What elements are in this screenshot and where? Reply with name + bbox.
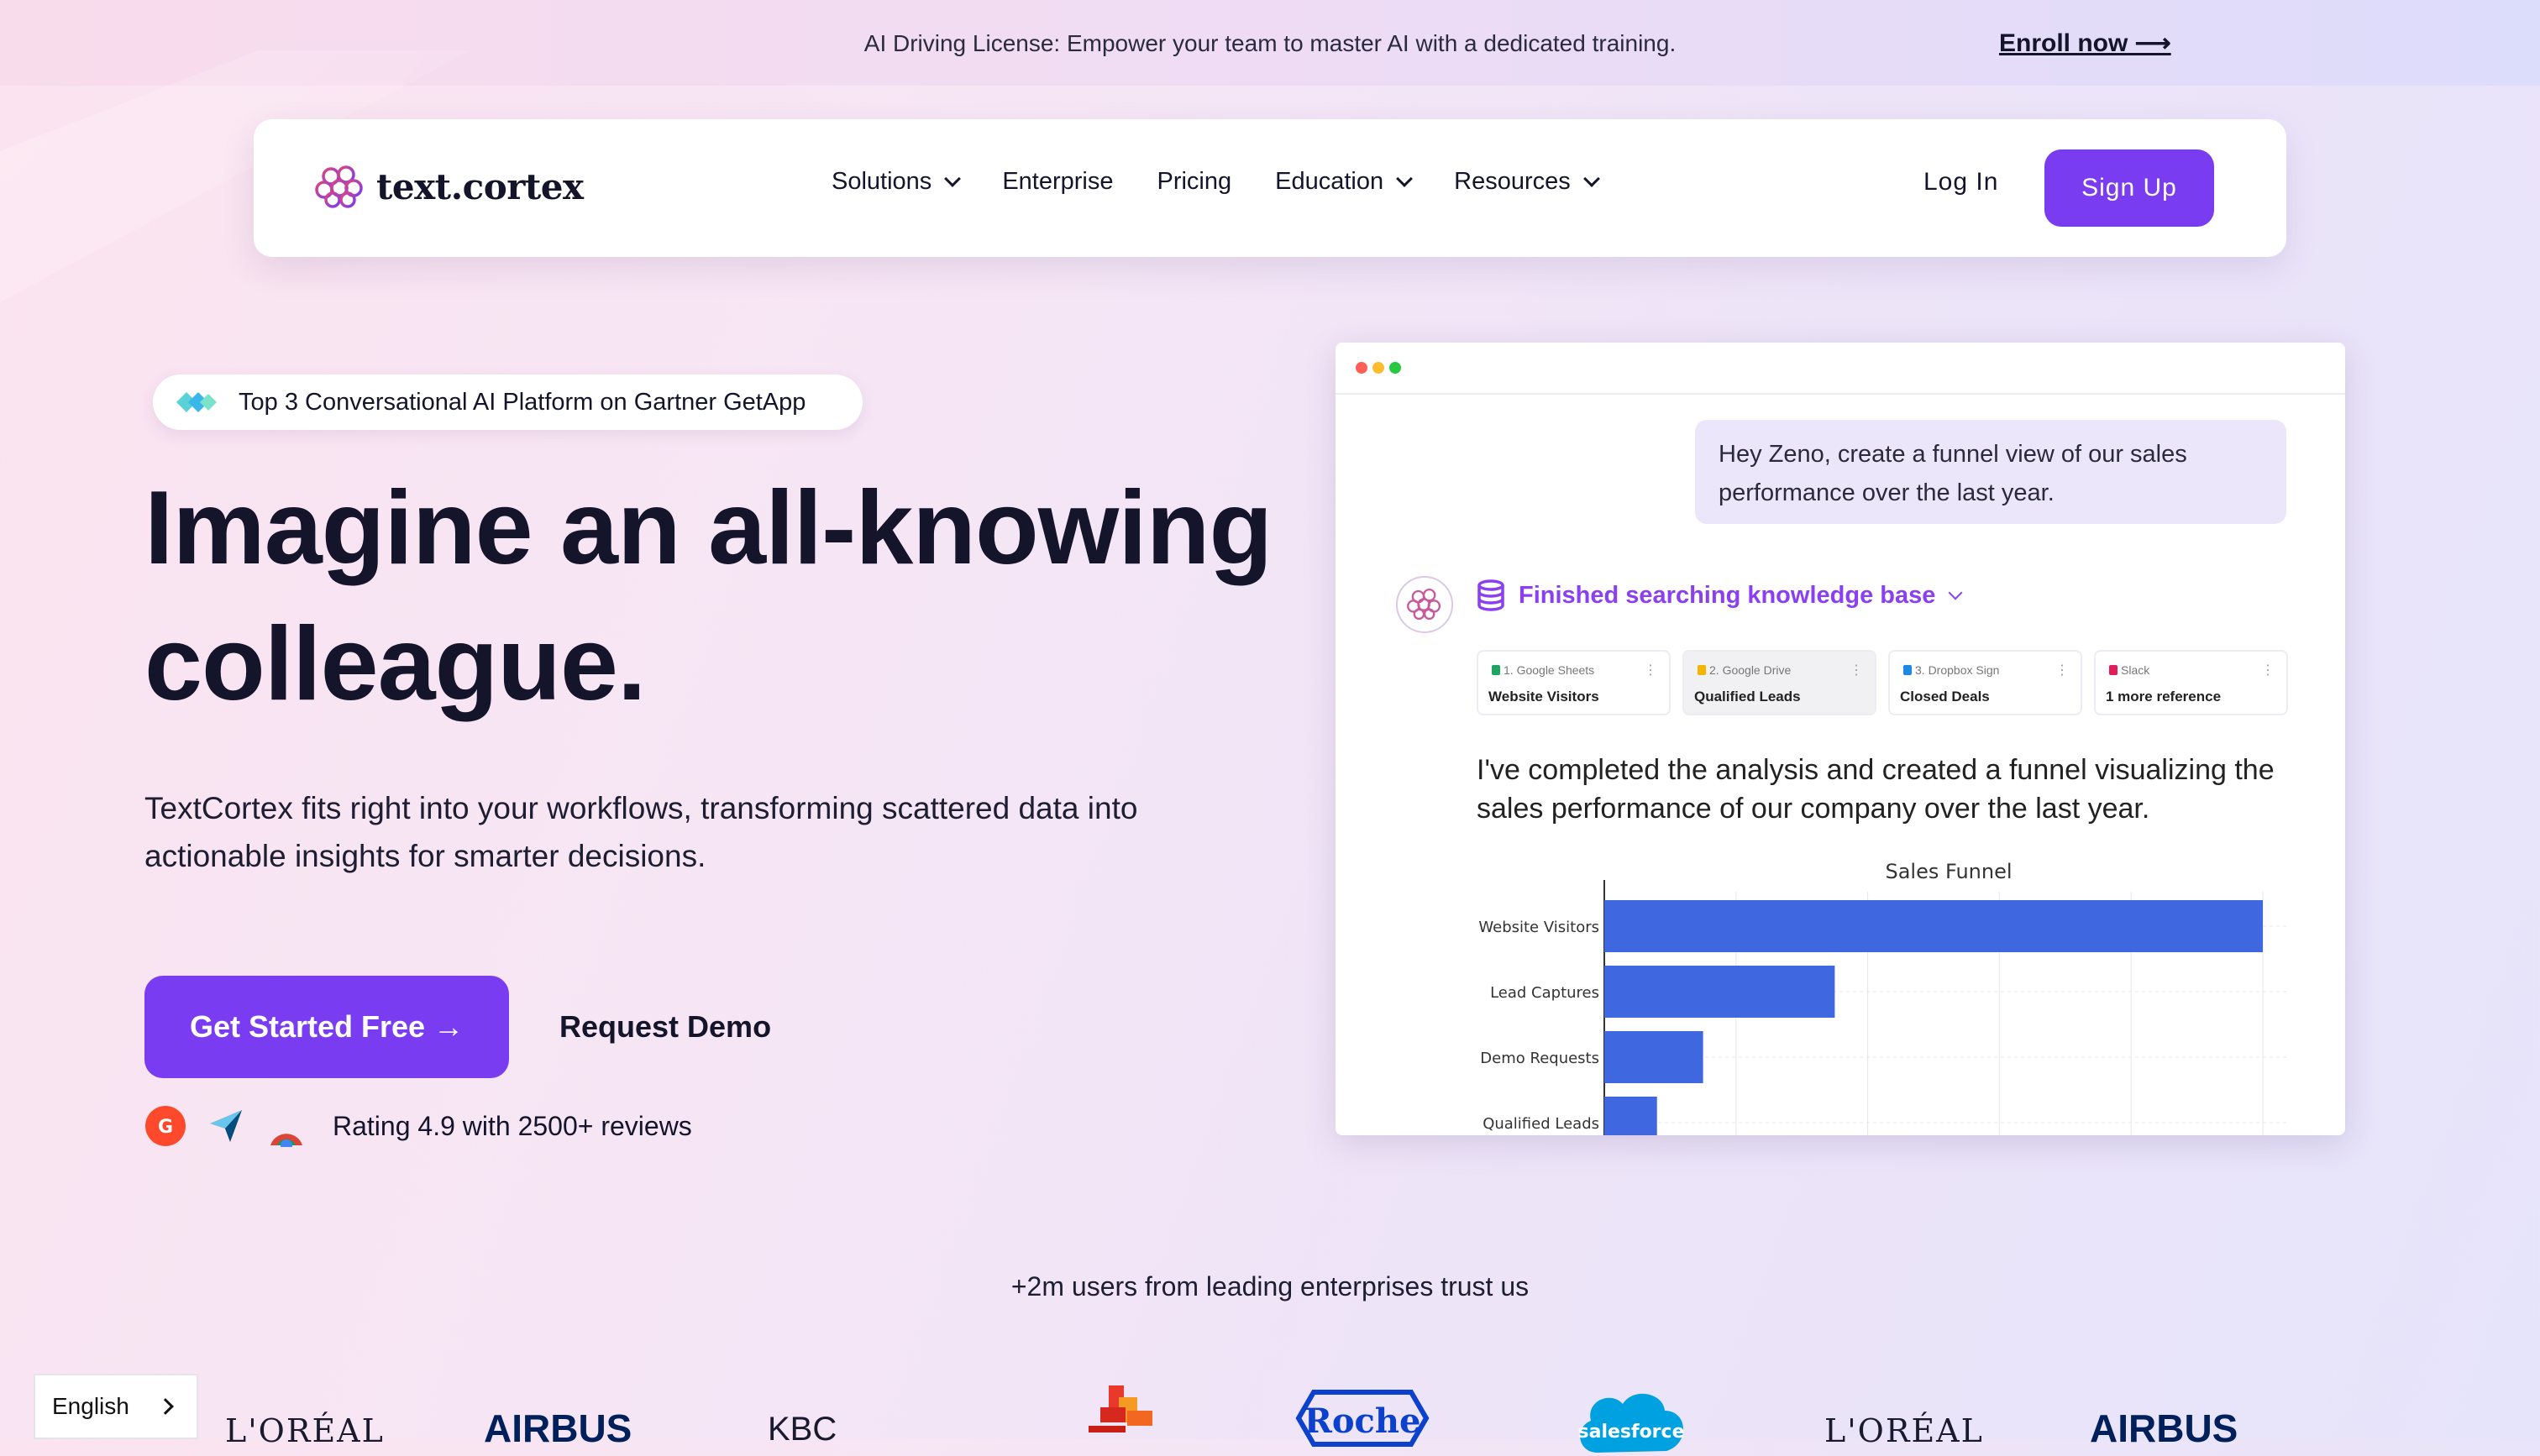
category-label: Lead Captures <box>1490 984 1599 1002</box>
nav-pricing-label: Pricing <box>1157 168 1232 195</box>
google-drive-icon <box>1698 665 1706 675</box>
assistant-answer: I've completed the analysis and created … <box>1477 754 2275 825</box>
category-label: Website Visitors <box>1478 919 1599 936</box>
loreal-logo: L'ORÉAL <box>225 1412 385 1449</box>
category-label: Qualified Leads <box>1483 1115 1599 1133</box>
nav-enterprise-label: Enterprise <box>1002 168 1114 195</box>
sales-funnel-chart: Sales Funnel Website Visitors Lead Capture… <box>1478 860 2288 1135</box>
maximize-dot-icon <box>1389 362 1401 374</box>
chrome-store-icon <box>270 1134 302 1147</box>
award-badge[interactable]: Top 3 Conversational AI Platform on Gart… <box>153 374 863 430</box>
reference-source: 2. Google Drive <box>1694 663 1791 677</box>
svg-text:G: G <box>158 1117 173 1138</box>
more-options-icon[interactable]: ⋮ <box>2055 662 2069 678</box>
reference-card[interactable]: 1. Google Sheets Website Visitors ⋮ <box>1477 650 1671 715</box>
user-prompt-bubble: Hey Zeno, create a funnel view of our sa… <box>1695 420 2286 524</box>
salesforce-logo-text: salesforce <box>1578 1422 1685 1443</box>
roche-logo-text: Roche <box>1304 1401 1421 1441</box>
reference-card[interactable]: Slack 1 more reference ⋮ <box>2094 650 2288 715</box>
enroll-now-link[interactable]: Enroll now ⟶ <box>1999 29 2171 58</box>
reference-card[interactable]: 2. Google Drive Qualified Leads ⋮ <box>1682 650 1876 715</box>
main-menu: Solutions Enterprise Pricing Education R… <box>832 168 1641 196</box>
g2-icon: G <box>145 1106 186 1146</box>
close-dot-icon <box>1356 362 1367 374</box>
trust-text: +2m users from leading enterprises trust… <box>1010 1271 1530 1301</box>
more-options-icon[interactable]: ⋮ <box>1644 662 1657 678</box>
request-demo-link[interactable]: Request Demo <box>559 1009 771 1045</box>
kb-status-text: Finished searching knowledge base <box>1519 581 1936 609</box>
window-titlebar <box>1336 343 2345 395</box>
login-link[interactable]: Log In <box>1923 168 1998 196</box>
funnel-bar <box>1604 966 1835 1018</box>
reference-source-label: 3. Dropbox Sign <box>1915 663 2000 677</box>
reference-name: 1 more reference <box>2106 689 2222 704</box>
reference-source: 3. Dropbox Sign <box>1900 663 1999 677</box>
nav-solutions-label: Solutions <box>832 168 932 195</box>
dropbox-sign-icon <box>1903 665 1912 675</box>
chevron-down-icon <box>1948 585 1963 600</box>
nav-pricing[interactable]: Pricing <box>1157 168 1231 196</box>
reference-name: Closed Deals <box>1900 689 1990 704</box>
stacked-blocks-logo <box>1089 1385 1152 1432</box>
language-label: English <box>52 1393 129 1419</box>
customer-logos: L'ORÉAL AIRBUS KBC Roche salesforce L'OR… <box>0 1369 2540 1453</box>
nav-enterprise[interactable]: Enterprise <box>1002 168 1113 196</box>
knowledge-base-status[interactable]: Finished searching knowledge base <box>1477 579 1963 611</box>
getapp-arrows-icon <box>176 392 217 412</box>
reference-source: Slack <box>2106 663 2149 677</box>
slack-icon <box>2109 665 2118 675</box>
reference-source-label: Slack <box>2121 663 2150 677</box>
database-icon <box>1477 579 1504 611</box>
demo-window: Hey Zeno, create a funnel view of our sa… <box>1336 343 2345 1135</box>
nav-resources-label: Resources <box>1454 168 1571 195</box>
get-started-button[interactable]: Get Started Free → <box>144 976 509 1078</box>
navbar: text.cortex Solutions Enterprise Pricing… <box>254 119 2286 257</box>
minimize-dot-icon <box>1372 362 1384 374</box>
more-options-icon[interactable]: ⋮ <box>2261 662 2275 678</box>
funnel-bar <box>1604 1097 1657 1135</box>
reference-card[interactable]: 3. Dropbox Sign Closed Deals ⋮ <box>1888 650 2082 715</box>
chevron-right-icon <box>157 1398 174 1415</box>
hero-title-line2: colleague. <box>144 606 646 722</box>
loreal-logo: L'ORÉAL <box>1824 1412 1984 1449</box>
chevron-down-icon <box>1582 170 1600 187</box>
hero-title: Imagine an all-knowing colleague. <box>144 460 1320 732</box>
airbus-logo: AIRBUS <box>484 1406 632 1450</box>
language-selector[interactable]: English <box>34 1374 198 1439</box>
badge-text: Top 3 Conversational AI Platform on Gart… <box>239 388 806 416</box>
funnel-bar <box>1604 900 2263 952</box>
rating-text: Rating 4.9 with 2500+ reviews <box>333 1110 692 1141</box>
logo-text: text.cortex <box>376 165 584 207</box>
reference-source: 1. Google Sheets <box>1488 663 1594 677</box>
reference-list: 1. Google Sheets Website Visitors ⋮ 2. G… <box>1477 650 2288 715</box>
reference-name: Website Visitors <box>1488 689 1599 704</box>
chevron-down-icon <box>1396 170 1414 187</box>
capterra-icon <box>210 1110 242 1142</box>
funnel-bar <box>1604 1031 1703 1083</box>
nav-resources[interactable]: Resources <box>1454 168 1600 196</box>
salesforce-logo: salesforce <box>1578 1393 1685 1453</box>
reference-source-label: 1. Google Sheets <box>1504 663 1595 677</box>
category-label: Demo Requests <box>1480 1050 1599 1067</box>
airbus-logo: AIRBUS <box>2090 1406 2238 1450</box>
hero-subtitle: TextCortex fits right into your workflow… <box>144 791 1138 873</box>
nav-solutions[interactable]: Solutions <box>832 168 962 196</box>
google-sheets-icon <box>1492 665 1500 675</box>
hero-title-line1: Imagine an all-knowing <box>144 470 1273 586</box>
logo[interactable]: text.cortex <box>314 163 584 210</box>
more-options-icon[interactable]: ⋮ <box>1850 662 1863 678</box>
reference-name: Qualified Leads <box>1694 689 1801 704</box>
chart-title: Sales Funnel <box>1885 860 2012 883</box>
nav-education[interactable]: Education <box>1275 168 1414 196</box>
assistant-avatar <box>1396 576 1453 633</box>
brain-logo-icon <box>315 165 363 208</box>
chevron-down-icon <box>944 170 962 187</box>
rating-row: G Rating 4.9 with 2500+ reviews <box>144 1105 692 1147</box>
kbc-logo: KBC <box>768 1411 837 1448</box>
signup-button[interactable]: Sign Up <box>2044 149 2214 227</box>
reference-source-label: 2. Google Drive <box>1709 663 1792 677</box>
brain-avatar-icon <box>1407 588 1441 621</box>
nav-education-label: Education <box>1275 168 1384 195</box>
